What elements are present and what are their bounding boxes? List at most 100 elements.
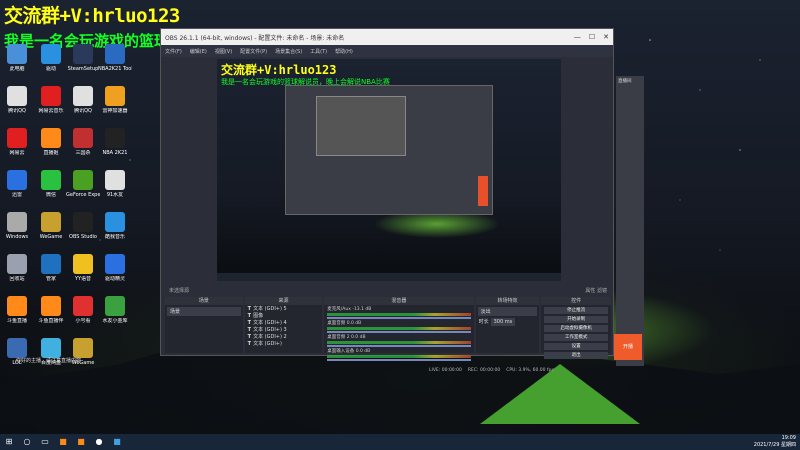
desktop-icon[interactable]: 腾讯QQ <box>66 86 100 114</box>
desktop-icon[interactable]: 微信 <box>34 170 68 198</box>
app-icon[interactable]: ■ <box>112 437 122 447</box>
app-icon <box>41 86 61 106</box>
control-button[interactable]: 设置 <box>544 343 608 350</box>
windows-start-icon[interactable]: ⊞ <box>4 437 14 447</box>
volume-meter <box>327 341 471 344</box>
app-icon <box>105 212 125 232</box>
desktop-icon[interactable]: 驱动 <box>34 44 68 72</box>
desktop-icon[interactable]: NBA 2K21 <box>98 128 132 156</box>
obs-titlebar[interactable]: OBS 26.1.1 (64-bit, windows) - 配置文件: 未命名… <box>161 29 613 45</box>
mixer-channel: 桌面输入设备 0.0 dB <box>324 347 473 361</box>
source-row[interactable]: T 文本 (GDI+) 2 <box>245 333 323 341</box>
source-name: 文本 (GDI+) 2 <box>253 334 287 340</box>
desktop-icon[interactable]: YY语音 <box>66 254 100 282</box>
source-name: 文本 (GDI+) 3 <box>253 327 287 333</box>
app-icon <box>73 296 93 316</box>
control-button[interactable]: 退出 <box>544 352 608 359</box>
task-view-icon[interactable]: ▭ <box>40 437 50 447</box>
app-icon[interactable]: ■ <box>58 437 68 447</box>
nested-obs-window <box>285 85 493 215</box>
desktop-icon[interactable]: 91水友 <box>98 170 132 198</box>
preview-title: 交流群+V:hrluo123 <box>221 63 337 77</box>
app-icon <box>73 212 93 232</box>
source-row[interactable]: T 文本 (GDI+) 3 <box>245 326 323 334</box>
desktop-icon[interactable]: 此电脑 <box>0 44 34 72</box>
desktop-icon-label: 驱动 <box>45 66 56 72</box>
desktop-icon-label: YY语音 <box>74 276 92 282</box>
controls-header: 控件 <box>541 297 611 305</box>
properties-filters-label[interactable]: 属性 滤镜 <box>585 287 607 294</box>
transition-select[interactable]: 淡出 <box>477 307 538 316</box>
app-icon <box>7 338 27 358</box>
maximize-icon[interactable]: ☐ <box>589 33 595 41</box>
desktop-icon[interactable]: 斗鱼直播伴 <box>34 296 68 324</box>
menu-item[interactable]: 配置文件(P) <box>240 48 267 55</box>
app-icon <box>41 254 61 274</box>
desktop-icon[interactable]: OBS Studio <box>66 212 100 240</box>
desktop-icon[interactable]: 回收站 <box>0 254 34 282</box>
menu-item[interactable]: 视图(V) <box>215 48 232 55</box>
scene-item[interactable]: 场景 <box>167 307 241 316</box>
mixer-channel: 麦克风/Aux -13.1 dB <box>324 305 473 319</box>
desktop-icon[interactable]: 网易云 <box>0 128 34 156</box>
app-icon <box>7 44 27 64</box>
minimize-icon[interactable]: — <box>574 33 581 41</box>
control-button[interactable]: 工作室模式 <box>544 334 608 341</box>
side-panel-label: 直播间 <box>618 79 632 84</box>
desktop-icon[interactable]: 三国杀 <box>66 128 100 156</box>
menu-item[interactable]: 文件(F) <box>165 48 182 55</box>
close-icon[interactable]: ✕ <box>603 33 609 41</box>
text-source-icon: T <box>247 319 252 326</box>
desktop-icon[interactable]: 雷神加速器 <box>98 86 132 114</box>
control-button[interactable]: 停止推流 <box>544 307 608 314</box>
menu-item[interactable]: 帮助(H) <box>335 48 353 55</box>
search-icon[interactable]: ○ <box>22 437 32 447</box>
desktop-icon[interactable]: 水友小金库 <box>98 296 132 324</box>
source-name: 文本 (GDI+) <box>253 341 282 347</box>
duration-input[interactable]: 300 ms <box>490 317 516 326</box>
desktop-icon[interactable]: SteamSetup <box>66 44 100 72</box>
menu-item[interactable]: 场景集合(S) <box>275 48 302 55</box>
sources-list: T 文本 (GDI+) 5 T 图像 T 文本 (GDI+) 4 T 文本 (GDI+) 3T… <box>245 305 323 348</box>
desktop-icon[interactable]: 网易云音乐 <box>34 86 68 114</box>
scenes-panel: 场景 场景 <box>165 297 243 353</box>
desktop-icon[interactable]: 管家 <box>34 254 68 282</box>
obs-preview[interactable]: 交流群+V:hrluo123 我是一名会玩游戏的篮球解说员，晚上会解说NBA比赛 <box>217 59 561 281</box>
app-icon[interactable]: ■ <box>76 437 86 447</box>
desktop-icon[interactable]: 斗鱼直播 <box>0 296 34 324</box>
desktop-icon-label: 酷我音乐 <box>104 234 125 240</box>
desktop-icon-label: 三国杀 <box>75 150 91 156</box>
desktop-icon[interactable]: 驱动精灵 <box>98 254 132 282</box>
control-button[interactable]: 开始录制 <box>544 316 608 323</box>
obs-icon[interactable]: ● <box>94 437 104 447</box>
app-icon <box>41 338 61 358</box>
source-row[interactable]: T 文本 (GDI+) <box>245 340 323 348</box>
desktop-icon[interactable]: 小号看 <box>66 296 100 324</box>
volume-slider[interactable] <box>327 359 471 361</box>
menu-item[interactable]: 工具(T) <box>310 48 327 55</box>
desktop-icon[interactable]: Windows <box>0 212 34 240</box>
menu-item[interactable]: 编辑(E) <box>190 48 207 55</box>
scenes-header: 场景 <box>165 297 243 305</box>
source-name: 图像 <box>253 313 264 319</box>
desktop-icon[interactable]: 腾讯QQ <box>0 86 34 114</box>
text-source-icon: T <box>247 312 252 319</box>
duration-label: 时长 <box>478 319 489 325</box>
app-icon <box>7 86 27 106</box>
app-icon <box>105 86 125 106</box>
system-tray-clock[interactable]: 19:09 2021/7/29 星期四 <box>754 435 796 449</box>
desktop-icon[interactable]: NBA2K21 Tools <box>98 44 132 72</box>
desktop-icon[interactable]: 酷我音乐 <box>98 212 132 240</box>
start-live-button[interactable]: 开播 <box>614 334 642 360</box>
desktop-icon[interactable]: 迅雷 <box>0 170 34 198</box>
source-row[interactable]: T 文本 (GDI+) 5 <box>245 305 323 313</box>
source-row[interactable]: T 图像 <box>245 312 323 320</box>
control-button[interactable]: 启动虚拟摄像机 <box>544 325 608 332</box>
desktop-icon-label: 管家 <box>45 276 56 282</box>
desktop-icon[interactable]: GeForce Experience <box>66 170 100 198</box>
source-row[interactable]: T 文本 (GDI+) 4 <box>245 319 323 327</box>
desktop-icon[interactable]: WeGame <box>34 212 68 240</box>
desktop-icon[interactable]: 直播姬 <box>34 128 68 156</box>
obs-window[interactable]: OBS 26.1.1 (64-bit, windows) - 配置文件: 未命名… <box>160 28 614 373</box>
text-source-icon: T <box>247 333 252 340</box>
